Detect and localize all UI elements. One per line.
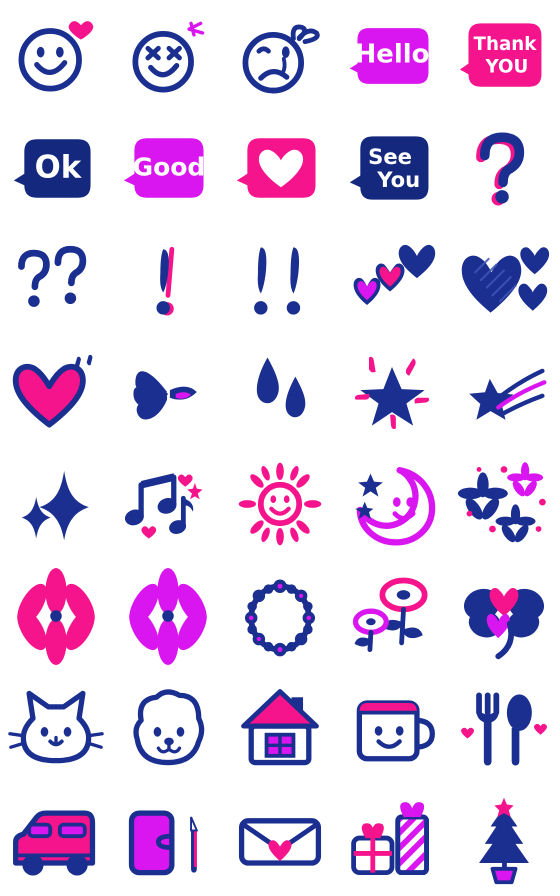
magenta-flower-icon: [129, 568, 207, 665]
emoji-sticker-sheet: Hello Thank YOU Ok Good See You: [0, 0, 560, 896]
speech-bubble-see-you-icon: See You: [349, 136, 429, 200]
smiley-face-with-heart-icon: [18, 21, 94, 92]
house-icon: [241, 689, 319, 766]
pink-car-icon: [13, 810, 96, 876]
sticker-smiling-sun[interactable]: [224, 448, 336, 560]
bubble-label-thank: Thank: [474, 34, 538, 55]
sticker-house[interactable]: [224, 672, 336, 784]
sticker-double-question-mark[interactable]: [0, 224, 112, 336]
gift-boxes-icon: [351, 802, 429, 876]
sticker-crescent-moon-with-stars[interactable]: [336, 448, 448, 560]
sticker-sad-face-with-bow[interactable]: [224, 0, 336, 112]
notebook-and-pen-icon: [128, 810, 199, 876]
sweat-drops-icon: [256, 357, 306, 418]
star-burst-icon: [354, 356, 430, 430]
three-ascending-hearts-icon: [353, 244, 436, 305]
cat-face-icon: [8, 690, 104, 764]
music-notes-icon: [124, 473, 203, 539]
sticker-shooting-star[interactable]: [448, 336, 560, 448]
sticker-fork-and-spoon[interactable]: [448, 672, 560, 784]
sticker-sweat-drops[interactable]: [224, 336, 336, 448]
bubble-label-see: See: [368, 144, 412, 169]
speech-bubble-heart-icon: [236, 138, 316, 198]
sticker-broken-heart[interactable]: [112, 336, 224, 448]
pink-flower-icon: [17, 568, 95, 665]
bubble-label-you: You: [376, 167, 420, 192]
exclamation-mark-icon: [156, 246, 175, 316]
speech-bubble-thank-you-icon: Thank YOU: [459, 23, 542, 87]
sad-face-with-bow-icon: [242, 24, 320, 94]
speech-bubble-ok-icon: Ok: [13, 139, 91, 198]
sticker-notebook-and-pen[interactable]: [112, 784, 224, 896]
sticker-striped-heart-trio[interactable]: [448, 224, 560, 336]
sticker-flower-cluster[interactable]: [448, 448, 560, 560]
sticker-envelope-with-heart[interactable]: [224, 784, 336, 896]
crescent-moon-with-stars-icon: [355, 467, 436, 546]
sticker-music-notes[interactable]: [112, 448, 224, 560]
broken-heart-icon: [133, 371, 197, 420]
sticker-smiling-mug[interactable]: [336, 672, 448, 784]
dog-face-icon: [133, 689, 205, 766]
sticker-flower-wreath[interactable]: [224, 560, 336, 672]
sticker-four-leaf-clover[interactable]: [448, 560, 560, 672]
smiling-sun-icon: [238, 462, 322, 546]
sticker-pink-car[interactable]: [0, 784, 112, 896]
sticker-sparkles[interactable]: [0, 448, 112, 560]
striped-heart-trio-icon: [461, 247, 550, 313]
sticker-exclamation-mark[interactable]: [112, 224, 224, 336]
bubble-label-good: Good: [133, 153, 206, 182]
bubble-label-you-caps: YOU: [484, 56, 528, 77]
sticker-cat-face[interactable]: [0, 672, 112, 784]
sticker-speech-bubble-hello[interactable]: Hello: [336, 0, 448, 112]
sparkles-icon: [21, 470, 89, 541]
sticker-gift-boxes[interactable]: [336, 784, 448, 896]
speech-bubble-hello-icon: Hello: [349, 28, 430, 84]
sticker-star-burst[interactable]: [336, 336, 448, 448]
smiling-mug-icon: [356, 700, 435, 762]
sticker-speech-bubble-heart[interactable]: [224, 112, 336, 224]
sticker-smiley-face-with-heart[interactable]: [0, 0, 112, 112]
speech-bubble-good-icon: Good: [123, 138, 206, 198]
christmas-tree-icon: [479, 797, 529, 885]
envelope-with-heart-icon: [238, 818, 322, 866]
double-exclamation-mark-icon: [254, 247, 301, 315]
happy-squint-face-icon: [132, 21, 205, 93]
sticker-double-exclamation-mark[interactable]: [224, 224, 336, 336]
shooting-star-icon: [469, 368, 547, 420]
flower-cluster-icon: [457, 462, 546, 543]
sticker-three-ascending-hearts[interactable]: [336, 224, 448, 336]
sticker-pink-heart-outlined[interactable]: [0, 336, 112, 448]
bubble-label-hello: Hello: [355, 40, 430, 70]
sticker-speech-bubble-see-you[interactable]: See You: [336, 112, 448, 224]
sticker-question-mark[interactable]: [448, 112, 560, 224]
sticker-tulip-flowers[interactable]: [336, 560, 448, 672]
sticker-speech-bubble-thank-you[interactable]: Thank YOU: [448, 0, 560, 112]
bubble-label-ok: Ok: [35, 150, 83, 186]
tulip-flowers-icon: [352, 577, 428, 652]
four-leaf-clover-icon: [463, 587, 545, 660]
flower-wreath-icon: [244, 579, 316, 657]
double-question-mark-icon: [18, 245, 87, 307]
sticker-magenta-flower[interactable]: [112, 560, 224, 672]
pink-heart-outlined-icon: [12, 354, 93, 428]
sticker-speech-bubble-good[interactable]: Good: [112, 112, 224, 224]
sticker-speech-bubble-ok[interactable]: Ok: [0, 112, 112, 224]
fork-and-spoon-icon: [461, 692, 547, 766]
sticker-christmas-tree[interactable]: [448, 784, 560, 896]
sticker-dog-face[interactable]: [112, 672, 224, 784]
sticker-happy-squint-face[interactable]: [112, 0, 224, 112]
question-mark-icon: [476, 132, 525, 206]
sticker-pink-flower[interactable]: [0, 560, 112, 672]
